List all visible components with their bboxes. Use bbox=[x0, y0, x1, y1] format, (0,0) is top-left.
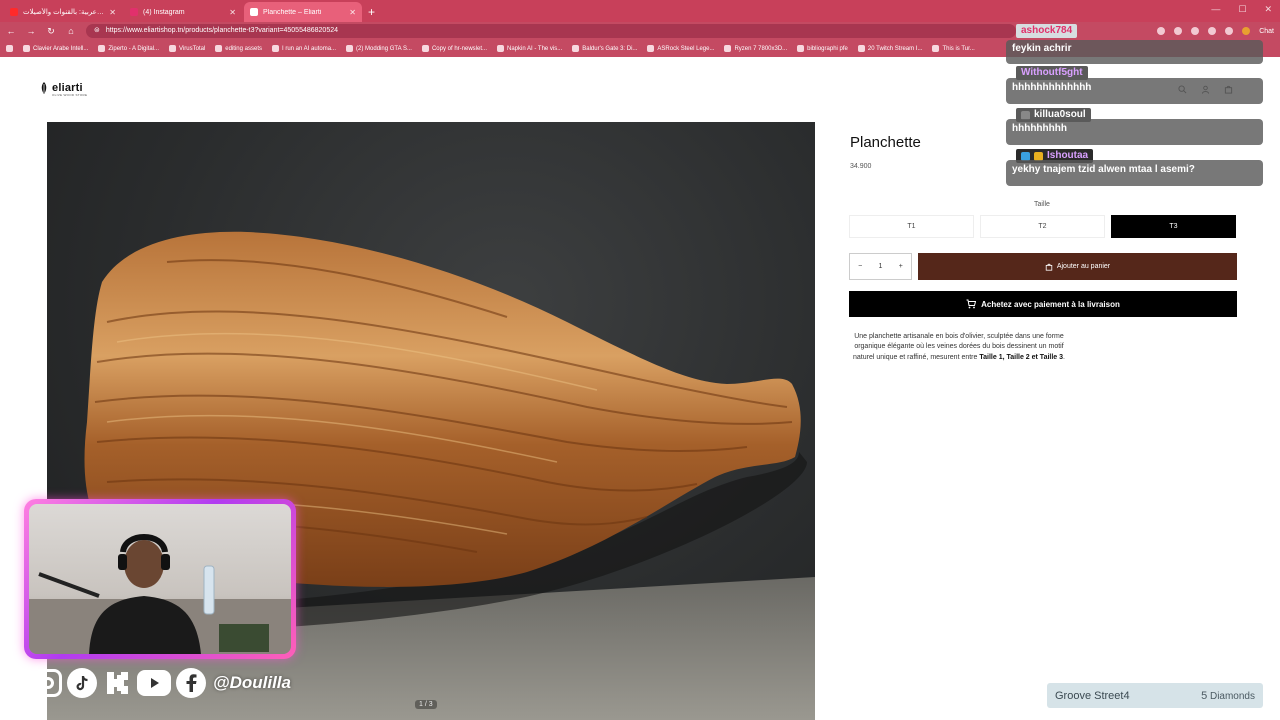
new-tab-button[interactable]: + bbox=[368, 2, 375, 22]
extension-icon[interactable] bbox=[1157, 27, 1166, 35]
avatar[interactable] bbox=[1242, 27, 1251, 35]
donation-alert: Groove Street4 5 Diamonds bbox=[1047, 683, 1263, 708]
kick-icon bbox=[102, 668, 132, 698]
add-to-cart-button[interactable]: Ajouter au panier bbox=[918, 253, 1237, 280]
chat-message: hhhhhhhhhhhhh bbox=[1006, 78, 1263, 104]
extension-icon[interactable] bbox=[1174, 27, 1183, 35]
decrease-button[interactable]: − bbox=[858, 263, 862, 270]
extensions: Chat bbox=[1157, 27, 1274, 35]
tab-instagram[interactable]: (4) Instagram ✕ bbox=[124, 2, 242, 22]
size-option-t1[interactable]: T1 bbox=[849, 215, 974, 238]
size-option-t2[interactable]: T2 bbox=[980, 215, 1105, 238]
webcam-frame bbox=[24, 499, 296, 659]
back-icon[interactable]: ← bbox=[6, 26, 16, 36]
increase-button[interactable]: + bbox=[899, 263, 903, 270]
bookmark[interactable]: I run an AI automa... bbox=[272, 45, 336, 52]
tab-title: Planchette – Eliarti bbox=[263, 8, 322, 16]
size-option-t3[interactable]: T3 bbox=[1111, 215, 1236, 238]
close-icon[interactable]: ✕ bbox=[109, 8, 116, 17]
browser-tab-bar: نادي عربية: بالقنوات والأصيلات ... ✕ (4)… bbox=[0, 0, 1280, 22]
cash-on-delivery-button[interactable]: Achetez avec paiement à la livraison bbox=[849, 291, 1237, 317]
chat-message: feykin achrir bbox=[1006, 40, 1263, 64]
add-to-cart-label: Ajouter au panier bbox=[1056, 263, 1111, 270]
webcam-video bbox=[29, 504, 291, 654]
alert-amount: 5 Diamonds bbox=[1201, 689, 1255, 702]
size-selector: T1 T2 T3 bbox=[849, 215, 1236, 238]
cash-on-delivery-label: Achetez avec paiement à la livraison bbox=[981, 299, 1120, 309]
bookmark[interactable]: Copy of hr-newslet... bbox=[421, 45, 487, 52]
image-counter: 1 / 3 bbox=[415, 700, 437, 709]
bookmark[interactable]: Napkin AI - The vis... bbox=[497, 45, 562, 52]
site-info-icon[interactable]: ⊜ bbox=[94, 24, 100, 38]
product-description: Une planchette artisanale en bois d'oliv… bbox=[853, 333, 1065, 361]
apps-icon[interactable] bbox=[6, 45, 13, 52]
bookmark[interactable]: This is Tur... bbox=[932, 45, 975, 52]
bookmark[interactable]: (2) Modding GTA S... bbox=[346, 45, 412, 52]
chat-username: feykin achrir bbox=[1012, 43, 1072, 54]
close-window-icon[interactable]: ✕ bbox=[1264, 4, 1272, 15]
url-text: https://www.eliartishop.tn/products/plan… bbox=[105, 27, 339, 34]
bag-icon bbox=[1045, 263, 1053, 271]
social-handle: @Doulilla bbox=[213, 673, 291, 692]
chat-username: ashock784 bbox=[1016, 24, 1078, 38]
tab-youtube[interactable]: نادي عربية: بالقنوات والأصيلات ... ✕ bbox=[4, 2, 122, 22]
bookmark[interactable]: Ziperto - A Digital... bbox=[98, 45, 159, 52]
bookmark[interactable]: Baldur's Gate 3: Di... bbox=[572, 45, 637, 52]
minimize-icon[interactable]: — bbox=[1211, 4, 1220, 15]
size-label: Taille bbox=[1034, 201, 1050, 208]
tiktok-icon bbox=[67, 668, 97, 698]
bookmark[interactable]: VirusTotal bbox=[169, 45, 205, 52]
tab-title: (4) Instagram bbox=[143, 8, 185, 16]
maximize-icon[interactable]: ☐ bbox=[1238, 4, 1246, 15]
globe-icon bbox=[250, 8, 258, 16]
product-price: 34.900 bbox=[850, 163, 872, 170]
extension-icon[interactable] bbox=[1191, 27, 1200, 35]
bookmark-folder[interactable]: editing assets bbox=[215, 45, 262, 52]
social-links: @Doulilla bbox=[34, 668, 291, 698]
tab-title: نادي عربية: بالقنوات والأصيلات ... bbox=[23, 9, 105, 16]
cart-icon bbox=[966, 299, 977, 309]
star-icon[interactable] bbox=[1225, 27, 1234, 35]
home-icon[interactable]: ⌂ bbox=[66, 26, 76, 36]
chat-message: yekhy tnajem tzid alwen mtaa l asemi? bbox=[1006, 160, 1263, 186]
chat-button[interactable]: Chat bbox=[1259, 28, 1274, 35]
youtube-icon bbox=[137, 670, 171, 696]
quantity-stepper: − 1 + bbox=[849, 253, 912, 280]
alert-username: Groove Street4 bbox=[1055, 689, 1130, 702]
window-controls: — ☐ ✕ bbox=[1211, 4, 1272, 15]
description-sizes: Taille 1, Taille 2 et Taille 3 bbox=[979, 353, 1064, 361]
chat-message: hhhhhhhhh bbox=[1006, 119, 1263, 145]
bookmark[interactable]: Ryzen 7 7800x3D... bbox=[724, 45, 787, 52]
streamer-figure bbox=[29, 534, 291, 654]
bookmark[interactable]: Clavier Arabe Intell... bbox=[23, 45, 88, 52]
instagram-icon bbox=[130, 8, 138, 16]
tab-planchette[interactable]: Planchette – Eliarti ✕ bbox=[244, 2, 362, 22]
reload-icon[interactable]: ↻ bbox=[46, 26, 56, 37]
extension-icon[interactable] bbox=[1208, 27, 1217, 35]
instagram-icon bbox=[34, 669, 62, 697]
quantity-value[interactable]: 1 bbox=[879, 263, 883, 270]
youtube-icon bbox=[10, 8, 18, 16]
bookmark[interactable]: ASRock Steel Lege... bbox=[647, 45, 714, 52]
olive-branch-icon bbox=[41, 82, 47, 94]
close-icon[interactable]: ✕ bbox=[349, 8, 356, 17]
store-logo[interactable]: eliarti OLIVE WOOD STORE bbox=[38, 81, 87, 97]
bookmark[interactable]: 20 Twitch Stream I... bbox=[857, 45, 922, 52]
logo-subtitle: OLIVE WOOD STORE bbox=[52, 93, 88, 97]
bookmark-folder[interactable]: bibliographi pfe bbox=[797, 45, 848, 52]
url-field[interactable]: ⊜ https://www.eliartishop.tn/products/pl… bbox=[86, 24, 1016, 38]
address-bar-row: ← → ↻ ⌂ ⊜ https://www.eliartishop.tn/pro… bbox=[0, 22, 1280, 40]
facebook-icon bbox=[176, 668, 206, 698]
forward-icon[interactable]: → bbox=[26, 26, 36, 36]
product-title: Planchette bbox=[850, 134, 921, 151]
close-icon[interactable]: ✕ bbox=[229, 8, 236, 17]
